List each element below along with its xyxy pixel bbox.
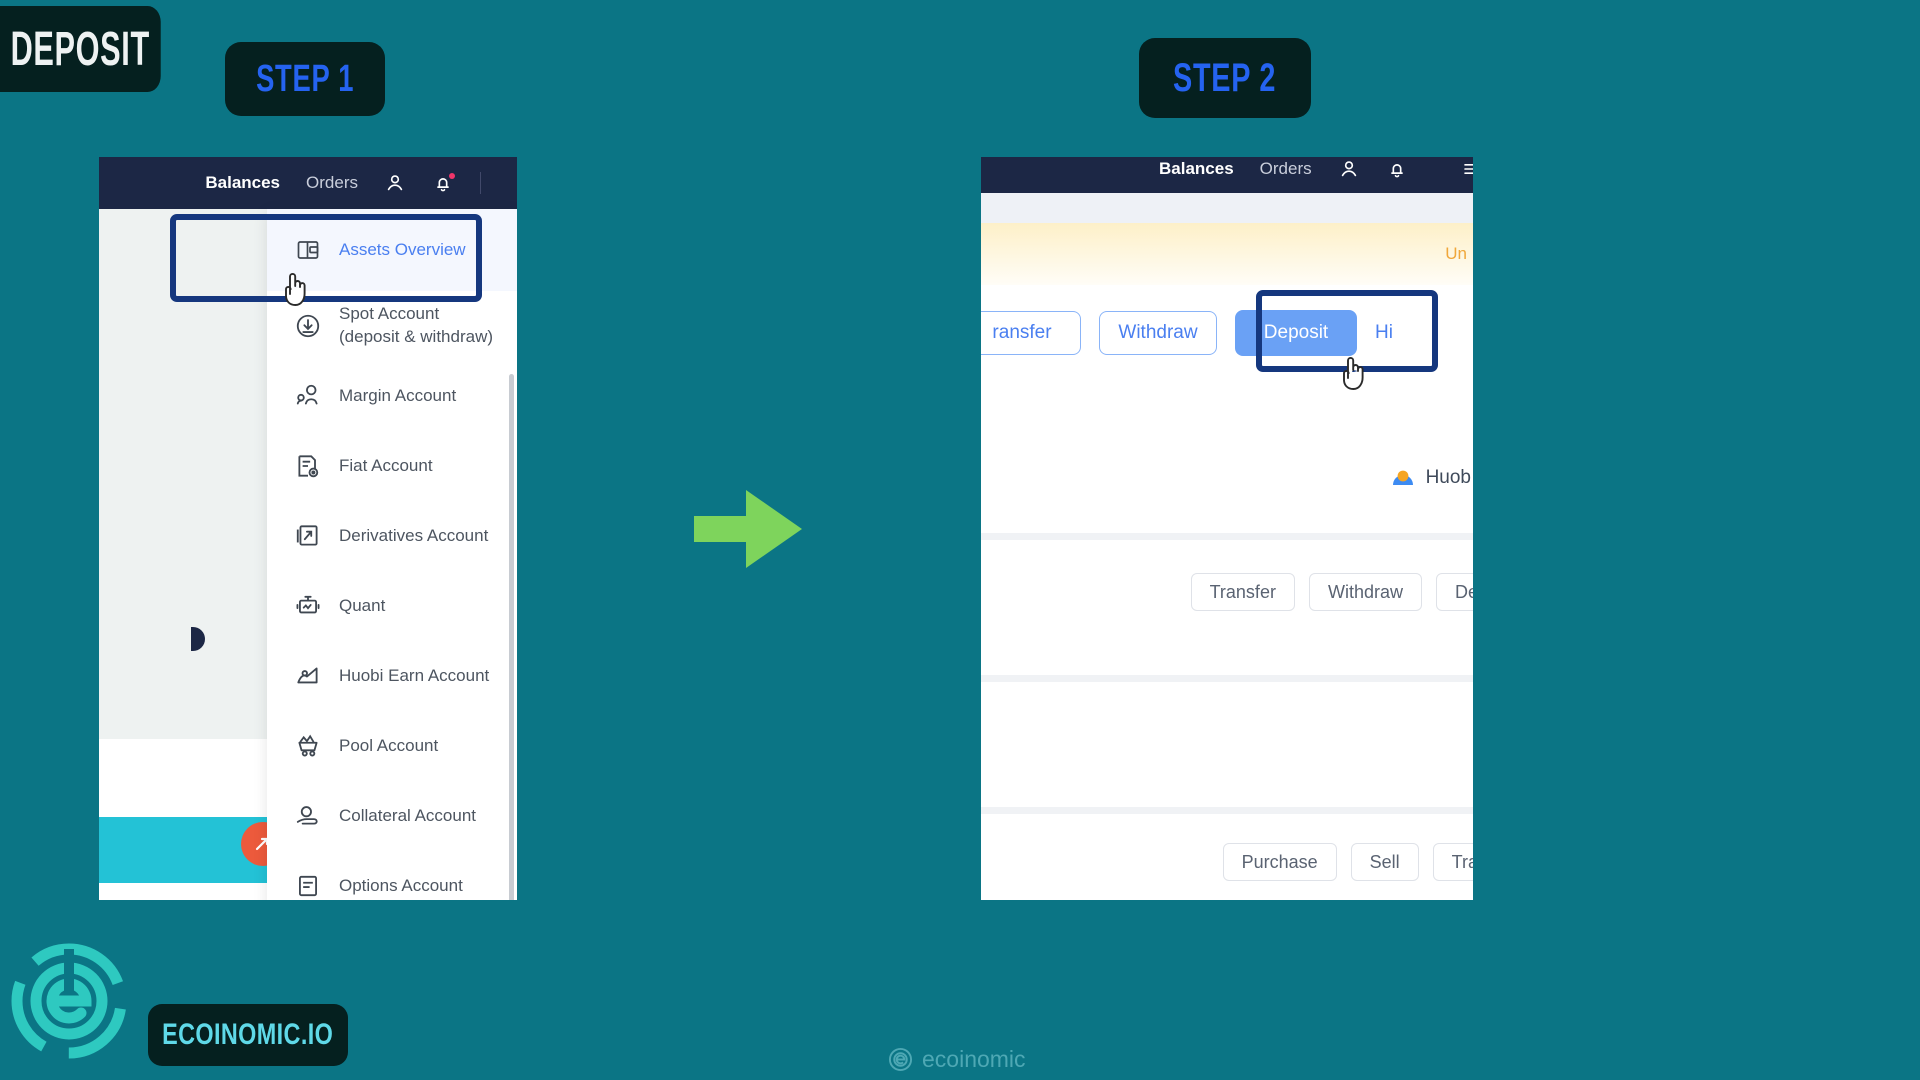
row2-purchase-button[interactable]: Purchase	[1222, 843, 1337, 881]
panel1-top-nav: Balances Orders	[99, 157, 517, 209]
panel2-grey-band	[981, 193, 1473, 223]
deposit-title-badge: DEPOSIT	[0, 6, 161, 92]
row2-transfer-button[interactable]: Tran	[1432, 843, 1473, 881]
menu-label: Fiat Account	[339, 455, 433, 475]
huobi-label: Huob	[1425, 467, 1471, 488]
menu-item-options-account[interactable]: Options Account	[267, 851, 517, 900]
download-circle-icon	[293, 311, 323, 341]
nav-orders[interactable]: Orders	[306, 173, 358, 193]
nav-balances[interactable]: Balances	[1159, 159, 1234, 179]
section-divider	[981, 675, 1473, 682]
section-divider	[981, 533, 1473, 540]
menu-label: Spot Account (deposit & withdraw)	[339, 304, 494, 346]
menu-item-derivatives-account[interactable]: Derivatives Account	[267, 501, 517, 571]
nav-divider	[480, 172, 481, 194]
hand-coin-icon	[293, 801, 323, 831]
menu-label: Huobi Earn Account	[339, 665, 490, 685]
menu-item-margin-account[interactable]: Margin Account	[267, 361, 517, 431]
panel2-button-row-1: Transfer Withdraw Dep	[981, 557, 1473, 627]
menu-item-pool-account[interactable]: Pool Account	[267, 711, 517, 781]
step2-badge: STEP 2	[1139, 38, 1311, 118]
menu-label: Options Account	[339, 875, 463, 895]
dropdown-scrollbar[interactable]	[509, 374, 514, 900]
menu-icon[interactable]	[1460, 159, 1473, 179]
step2-screenshot-panel: Balances Orders Un ransfer Withdraw Depo…	[981, 157, 1473, 900]
nav-balances[interactable]: Balances	[205, 173, 280, 193]
panel2-button-row-2: Purchase Sell Tran	[981, 827, 1473, 897]
person-icon[interactable]	[1338, 158, 1360, 180]
banner-text: Un	[1445, 244, 1467, 263]
history-link[interactable]: Hi	[1375, 322, 1393, 344]
withdraw-button[interactable]: Withdraw	[1099, 311, 1217, 355]
panel2-huobi-row: Huob	[981, 423, 1473, 533]
huobi-coin-icon	[1390, 465, 1416, 491]
row1-deposit-button[interactable]: Dep	[1435, 573, 1473, 611]
hand-cursor-icon	[285, 273, 306, 306]
menu-label: Assets Overview	[339, 239, 466, 259]
hand-cursor-icon	[1343, 357, 1364, 390]
chart-document-icon	[293, 521, 323, 551]
row1-withdraw-button[interactable]: Withdraw	[1308, 573, 1422, 611]
ecoinomic-brand-badge: ECOINOMIC.IO	[148, 1004, 348, 1066]
transfer-button[interactable]: ransfer	[981, 311, 1081, 355]
panel2-action-row: ransfer Withdraw Deposit Hi	[981, 285, 1473, 381]
panel2-warning-banner: Un	[981, 223, 1473, 285]
menu-label: Collateral Account	[339, 805, 477, 825]
panel1-edge-tab	[191, 627, 205, 651]
nav-orders[interactable]: Orders	[1260, 159, 1312, 179]
earn-icon	[293, 661, 323, 691]
deposit-title-text: DEPOSIT	[10, 22, 150, 76]
green-arrow-icon	[694, 490, 802, 568]
robot-icon	[293, 591, 323, 621]
step1-badge: STEP 1	[225, 42, 385, 116]
deposit-button[interactable]: Deposit	[1235, 310, 1357, 356]
row2-sell-button[interactable]: Sell	[1350, 843, 1419, 881]
bell-notification-dot	[449, 173, 455, 179]
menu-label: Derivatives Account	[339, 525, 489, 545]
brand-text: ECOINOMIC.IO	[162, 1018, 334, 1051]
menu-label: Margin Account	[339, 385, 457, 405]
screenshot-canvas: DEPOSIT STEP 1 STEP 2 Balances Orders As…	[0, 0, 1920, 1080]
row1-transfer-button[interactable]: Transfer	[1190, 573, 1295, 611]
step2-label: STEP 2	[1173, 55, 1277, 100]
panel2-top-nav: Balances Orders	[981, 157, 1473, 193]
menu-item-huobi-earn-account[interactable]: Huobi Earn Account	[267, 641, 517, 711]
options-doc-icon	[293, 871, 323, 900]
step1-label: STEP 1	[255, 57, 355, 100]
person-icon[interactable]	[384, 172, 406, 194]
assets-dropdown-menu: Assets Overview Spot Account (deposit & …	[267, 209, 517, 900]
margin-people-icon	[293, 381, 323, 411]
ecoinomic-watermark: ecoinomic	[888, 1046, 1026, 1073]
watermark-text: ecoinomic	[922, 1046, 1026, 1072]
ecoinomic-logo-mark	[11, 943, 127, 1059]
menu-item-fiat-account[interactable]: Fiat Account	[267, 431, 517, 501]
mining-cart-icon	[293, 731, 323, 761]
menu-item-quant[interactable]: Quant	[267, 571, 517, 641]
document-coin-icon	[293, 451, 323, 481]
menu-label: Quant	[339, 595, 386, 615]
menu-item-collateral-account[interactable]: Collateral Account	[267, 781, 517, 851]
wallet-icon	[293, 235, 323, 265]
menu-label: Pool Account	[339, 735, 439, 755]
bell-icon[interactable]	[1386, 158, 1408, 180]
section-divider	[981, 807, 1473, 814]
ecoinomic-watermark-icon	[888, 1047, 913, 1072]
bell-icon[interactable]	[432, 172, 455, 194]
